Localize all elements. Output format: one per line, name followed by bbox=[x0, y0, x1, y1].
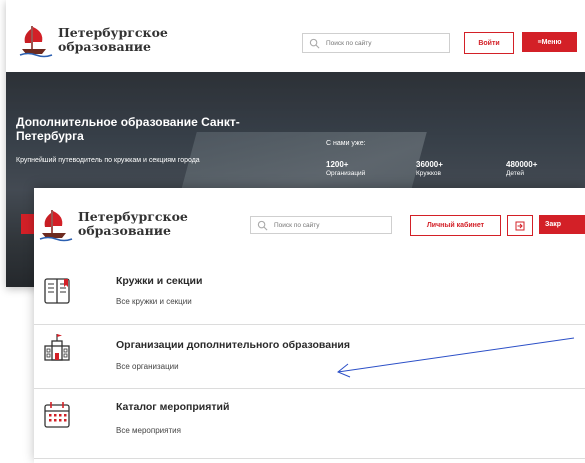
search-input[interactable] bbox=[272, 220, 376, 230]
menu-button[interactable]: ≡Меню bbox=[522, 32, 577, 52]
logo-line2: образование bbox=[78, 223, 171, 238]
site-logo[interactable]: Петербургское образование bbox=[38, 206, 188, 242]
hero-title: Дополнительное образование Санкт-Петербу… bbox=[16, 115, 240, 143]
stat-children: 480000+ Детей bbox=[506, 160, 538, 177]
menu-item-subtitle[interactable]: Все мероприятия bbox=[116, 426, 181, 435]
menu-item-clubs[interactable]: Кружки и секции Все кружки и секции bbox=[34, 266, 585, 321]
menu-item-subtitle[interactable]: Все кружки и секции bbox=[116, 297, 192, 306]
menu-item-organizations[interactable]: Организации дополнительного образования … bbox=[34, 328, 585, 386]
book-icon bbox=[44, 278, 70, 304]
menu-item-title[interactable]: Каталог мероприятий bbox=[116, 401, 229, 413]
menu-window: Петербургское образование Личный кабинет… bbox=[34, 188, 585, 463]
hero-subtitle: Крупнейший путеводитель по кружкам и сек… bbox=[16, 157, 200, 164]
stat-clubs: 36000+ Кружков bbox=[416, 160, 443, 177]
login-button[interactable]: Войти bbox=[464, 32, 514, 54]
ship-logo-icon bbox=[39, 210, 73, 242]
stats-caption: С нами уже: bbox=[326, 140, 366, 147]
search-field[interactable] bbox=[250, 216, 392, 234]
divider bbox=[34, 324, 585, 325]
menu-item-events[interactable]: Каталог мероприятий Все мероприятия bbox=[34, 392, 585, 452]
logo-line2: образование bbox=[58, 39, 151, 54]
divider bbox=[34, 388, 585, 389]
logo-line1: Петербургское bbox=[78, 209, 188, 225]
search-field[interactable] bbox=[302, 33, 450, 53]
search-icon bbox=[309, 38, 320, 48]
menu-item-subtitle[interactable]: Все организации bbox=[116, 362, 179, 371]
login-icon-button[interactable] bbox=[507, 215, 533, 236]
stat-organizations: 1200+ Организаций bbox=[326, 160, 366, 177]
logo-line1: Петербургское bbox=[58, 25, 168, 41]
menu-item-title[interactable]: Кружки и секции bbox=[116, 275, 202, 287]
calendar-icon bbox=[44, 402, 70, 428]
divider bbox=[34, 458, 585, 459]
menu-item-title[interactable]: Организации дополнительного образования bbox=[116, 339, 350, 351]
search-icon bbox=[257, 220, 268, 230]
school-building-icon bbox=[44, 334, 70, 361]
personal-account-button[interactable]: Личный кабинет bbox=[410, 215, 501, 236]
site-logo[interactable]: Петербургское образование bbox=[18, 22, 168, 58]
enter-icon bbox=[515, 221, 525, 230]
header: Петербургское образование Войти ≡Меню bbox=[6, 0, 585, 72]
search-input[interactable] bbox=[324, 38, 428, 48]
ship-logo-icon bbox=[19, 26, 53, 58]
close-menu-button[interactable]: Закр bbox=[539, 215, 585, 234]
